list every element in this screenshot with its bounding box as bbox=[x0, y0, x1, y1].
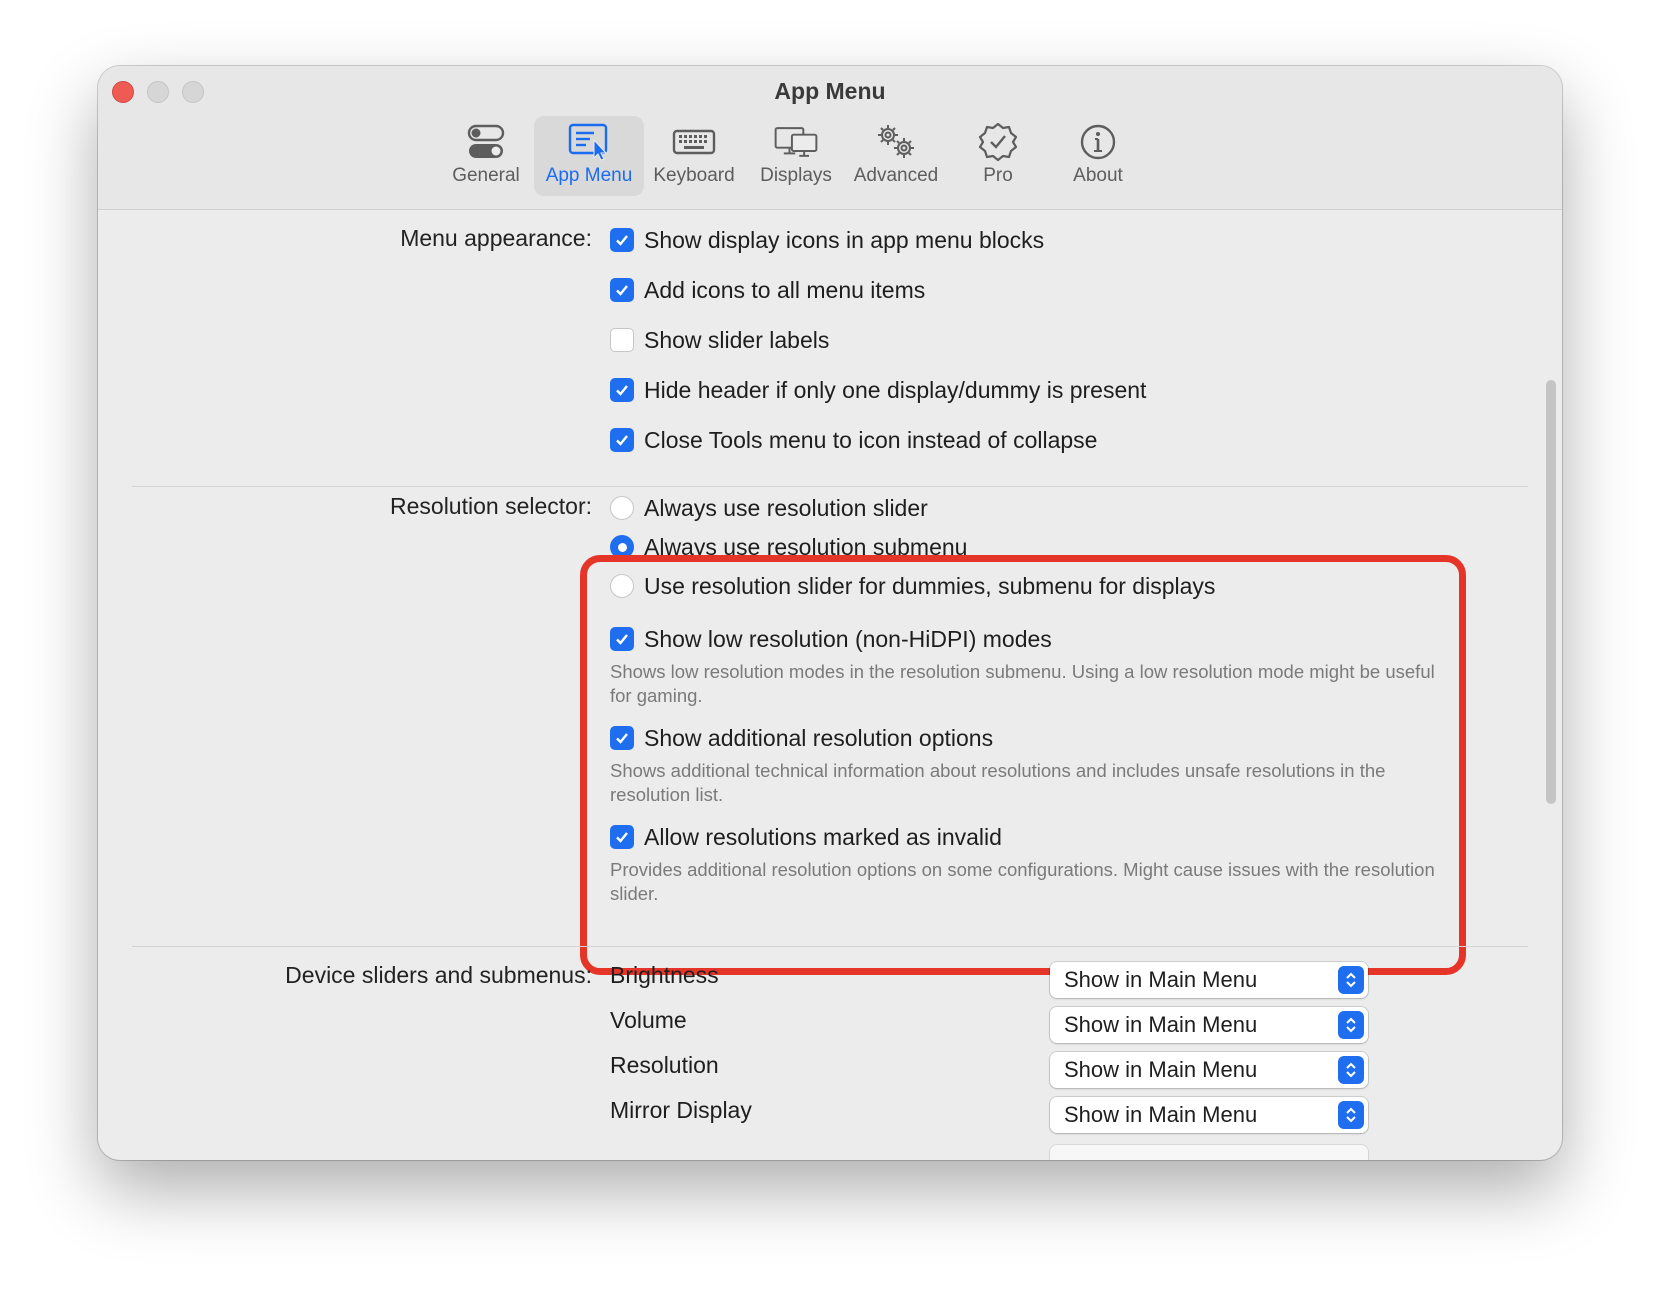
tab-label: Advanced bbox=[853, 165, 939, 186]
checkbox-add-icons[interactable]: Add icons to all menu items bbox=[610, 275, 925, 305]
checkbox[interactable] bbox=[610, 328, 634, 352]
radio-button[interactable] bbox=[610, 496, 634, 520]
checkmark-icon bbox=[616, 285, 628, 296]
checkbox-hide-header[interactable]: Hide header if only one display/dummy is… bbox=[610, 375, 1146, 405]
checkbox[interactable] bbox=[610, 228, 634, 252]
gears-icon bbox=[878, 125, 914, 158]
tab-app-menu[interactable]: App Menu bbox=[534, 116, 644, 196]
highlight-annotation bbox=[580, 555, 1466, 975]
tab-label: App Menu bbox=[545, 165, 633, 186]
checkbox-label: Close Tools menu to icon instead of coll… bbox=[644, 426, 1098, 453]
app-menu-icon bbox=[568, 123, 608, 161]
tab-label: About bbox=[1073, 165, 1123, 186]
vertical-scrollbar[interactable] bbox=[1546, 380, 1556, 804]
device-item-brightness: Brightness bbox=[610, 962, 719, 988]
titlebar: App Menu General App Menu Keyboard Displ… bbox=[98, 66, 1562, 210]
displays-icon bbox=[774, 127, 818, 157]
chevron-up-down-icon bbox=[1338, 966, 1364, 994]
toggle-icon bbox=[467, 124, 505, 158]
chevron-up-down-icon bbox=[1338, 1056, 1364, 1084]
window-title: App Menu bbox=[774, 78, 886, 104]
checkbox-label: Show display icons in app menu blocks bbox=[644, 226, 1045, 253]
checkbox-show-slider-labels[interactable]: Show slider labels bbox=[610, 325, 829, 355]
tab-displays[interactable]: Displays bbox=[748, 116, 844, 196]
checkbox-label: Hide header if only one display/dummy is… bbox=[644, 376, 1147, 403]
tab-label: Pro bbox=[983, 165, 1013, 186]
tab-label: General bbox=[452, 165, 520, 186]
checkmark-icon bbox=[616, 235, 628, 246]
section-divider bbox=[132, 486, 1528, 487]
tab-about[interactable]: About bbox=[1050, 116, 1146, 196]
device-item-resolution: Resolution bbox=[610, 1052, 719, 1078]
checkmark-icon bbox=[616, 435, 628, 446]
tab-label: Displays bbox=[760, 165, 832, 186]
settings-content: Menu appearance: Show display icons in a… bbox=[98, 210, 1562, 1160]
verified-badge-icon bbox=[978, 122, 1018, 162]
resolution-selector-label: Resolution selector: bbox=[390, 493, 592, 519]
tab-label: Keyboard bbox=[653, 165, 735, 186]
brightness-popup[interactable]: Show in Main Menu bbox=[1050, 962, 1368, 998]
section-divider bbox=[132, 946, 1528, 947]
checkbox[interactable] bbox=[610, 278, 634, 302]
partially-visible-popup[interactable] bbox=[1050, 1145, 1368, 1160]
tab-keyboard[interactable]: Keyboard bbox=[646, 116, 742, 196]
device-item-volume: Volume bbox=[610, 1007, 687, 1033]
popup-value: Show in Main Menu bbox=[1064, 1057, 1258, 1082]
popup-value: Show in Main Menu bbox=[1064, 1102, 1258, 1127]
checkmark-icon bbox=[616, 385, 628, 396]
checkbox-label: Add icons to all menu items bbox=[644, 276, 926, 303]
radio-always-slider[interactable]: Always use resolution slider bbox=[610, 493, 928, 523]
preferences-window: App Menu General App Menu Keyboard Displ… bbox=[98, 66, 1562, 1160]
tab-general[interactable]: General bbox=[436, 116, 536, 196]
popup-value: Show in Main Menu bbox=[1064, 967, 1258, 992]
tab-pro[interactable]: Pro bbox=[950, 116, 1046, 196]
keyboard-icon bbox=[672, 129, 716, 155]
chevron-up-down-icon bbox=[1338, 1101, 1364, 1129]
checkbox[interactable] bbox=[610, 378, 634, 402]
popup-value: Show in Main Menu bbox=[1064, 1012, 1258, 1037]
mirror-display-popup[interactable]: Show in Main Menu bbox=[1050, 1097, 1368, 1133]
menu-appearance-label: Menu appearance: bbox=[400, 225, 592, 251]
checkbox-show-display-icons[interactable]: Show display icons in app menu blocks bbox=[610, 225, 1044, 255]
tab-advanced[interactable]: Advanced bbox=[844, 116, 948, 196]
info-icon bbox=[1080, 124, 1116, 160]
radio-label: Always use resolution slider bbox=[644, 494, 928, 521]
preferences-toolbar: General App Menu Keyboard Displays Advan… bbox=[98, 116, 1562, 198]
chevron-up-down-icon bbox=[1338, 1011, 1364, 1039]
checkbox-close-tools-menu[interactable]: Close Tools menu to icon instead of coll… bbox=[610, 425, 1097, 455]
volume-popup[interactable]: Show in Main Menu bbox=[1050, 1007, 1368, 1043]
checkbox-label: Show slider labels bbox=[644, 326, 830, 353]
device-item-mirror-display: Mirror Display bbox=[610, 1097, 752, 1123]
device-sliders-label: Device sliders and submenus: bbox=[285, 962, 592, 988]
resolution-popup[interactable]: Show in Main Menu bbox=[1050, 1052, 1368, 1088]
checkbox[interactable] bbox=[610, 428, 634, 452]
